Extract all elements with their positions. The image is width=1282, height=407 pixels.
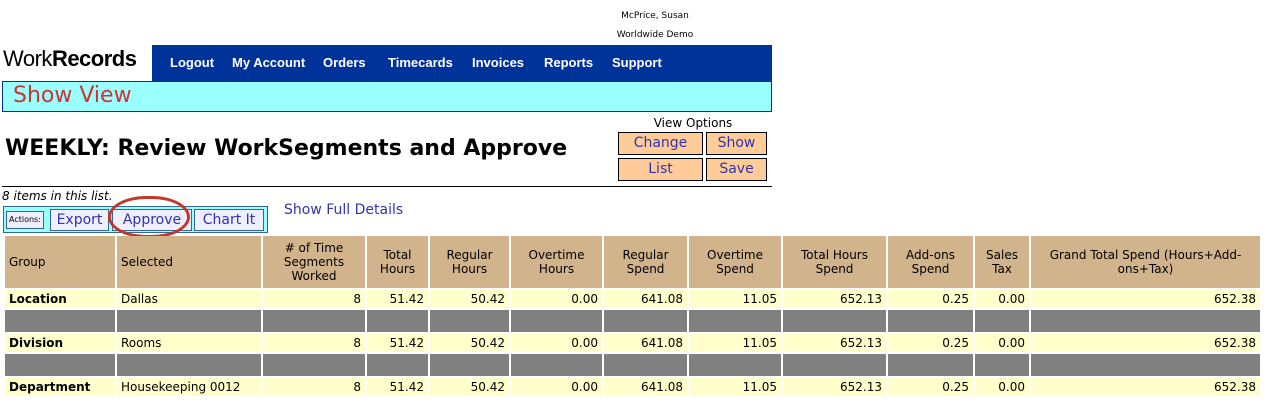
row-addons-spend: 0.25 [888,378,973,396]
row-regular-spend: 641.08 [604,290,687,308]
row-overtime-spend: 11.05 [689,290,781,308]
user-name: McPrice, Susan [621,11,689,21]
row-total-hours-spend: 652.13 [783,334,886,352]
user-company: Worldwide Demo [616,30,694,40]
row-selected: Dallas [117,290,261,308]
col-total-hours: Total Hours [367,236,428,288]
logo-part-work: Work [3,46,52,71]
nav-logout[interactable]: Logout [170,45,214,81]
nav-invoices[interactable]: Invoices [472,45,524,81]
row-segments: 8 [263,334,365,352]
col-addons-spend: Add-ons Spend [888,236,973,288]
list-button[interactable]: List [618,158,703,181]
row-group: Department [5,378,115,396]
export-button[interactable]: Export [50,209,109,231]
actions-label: Actions: [6,211,44,229]
row-sales-tax: 0.00 [975,334,1029,352]
row-overtime-hours: 0.00 [511,378,602,396]
show-full-details-link[interactable]: Show Full Details [284,202,403,218]
row-total-hours: 51.42 [367,334,428,352]
nav-support[interactable]: Support [612,45,662,81]
row-sales-tax: 0.00 [975,290,1029,308]
row-regular-spend: 641.08 [604,378,687,396]
chart-it-button[interactable]: Chart It [194,209,264,231]
page-title: WEEKLY: Review WorkSegments and Approve [5,136,568,161]
segments-table: Group Selected # of Time Segments Worked… [3,234,1262,398]
row-regular-hours: 50.42 [430,334,509,352]
table-row[interactable]: Location Dallas 8 51.42 50.42 0.00 641.0… [5,290,1260,308]
view-title: Show View [13,83,132,108]
col-segments: # of Time Segments Worked [263,236,365,288]
view-bar: Show View [2,81,772,112]
view-options-label: View Options [653,116,733,130]
main-nav: Logout My Account Orders Timecards Invoi… [152,45,772,81]
nav-timecards[interactable]: Timecards [388,45,453,81]
save-button[interactable]: Save [706,158,767,181]
row-regular-hours: 50.42 [430,378,509,396]
row-total-hours: 51.42 [367,290,428,308]
workrecords-logo: WorkRecords [3,44,158,74]
table-row[interactable]: Department Housekeeping 0012 8 51.42 50.… [5,378,1260,396]
col-sales-tax: Sales Tax [975,236,1029,288]
nav-my-account[interactable]: My Account [232,45,305,81]
col-total-hours-spend: Total Hours Spend [783,236,886,288]
col-group: Group [5,236,115,288]
row-selected: Housekeeping 0012 [117,378,261,396]
row-grand-total: 652.38 [1031,378,1260,396]
divider [2,186,772,187]
row-regular-hours: 50.42 [430,290,509,308]
col-grand-total: Grand Total Spend (Hours+Add-ons+Tax) [1031,236,1260,288]
row-segments: 8 [263,290,365,308]
view-options-panel: View Options Change Show List Save [618,115,768,181]
col-overtime-hours: Overtime Hours [511,236,602,288]
row-regular-spend: 641.08 [604,334,687,352]
change-button[interactable]: Change [618,132,703,155]
row-overtime-hours: 0.00 [511,334,602,352]
col-selected: Selected [117,236,261,288]
nav-orders[interactable]: Orders [323,45,366,81]
table-header-row: Group Selected # of Time Segments Worked… [5,236,1260,288]
row-total-hours-spend: 652.13 [783,290,886,308]
table-spacer-row [5,354,1260,376]
row-grand-total: 652.38 [1031,290,1260,308]
row-overtime-spend: 11.05 [689,334,781,352]
row-segments: 8 [263,378,365,396]
show-button[interactable]: Show [706,132,767,155]
col-regular-hours: Regular Hours [430,236,509,288]
col-overtime-spend: Overtime Spend [689,236,781,288]
row-overtime-hours: 0.00 [511,290,602,308]
row-addons-spend: 0.25 [888,290,973,308]
row-total-hours: 51.42 [367,378,428,396]
row-selected: Rooms [117,334,261,352]
nav-reports[interactable]: Reports [544,45,593,81]
table-spacer-row [5,310,1260,332]
row-total-hours-spend: 652.13 [783,378,886,396]
row-sales-tax: 0.00 [975,378,1029,396]
col-regular-spend: Regular Spend [604,236,687,288]
row-addons-spend: 0.25 [888,334,973,352]
row-overtime-spend: 11.05 [689,378,781,396]
row-grand-total: 652.38 [1031,334,1260,352]
row-group: Division [5,334,115,352]
row-group: Location [5,290,115,308]
logo-part-records: Records [51,46,137,71]
approve-highlight-ring [108,196,190,238]
table-row[interactable]: Division Rooms 8 51.42 50.42 0.00 641.08… [5,334,1260,352]
item-count: 8 items in this list. [2,189,113,203]
